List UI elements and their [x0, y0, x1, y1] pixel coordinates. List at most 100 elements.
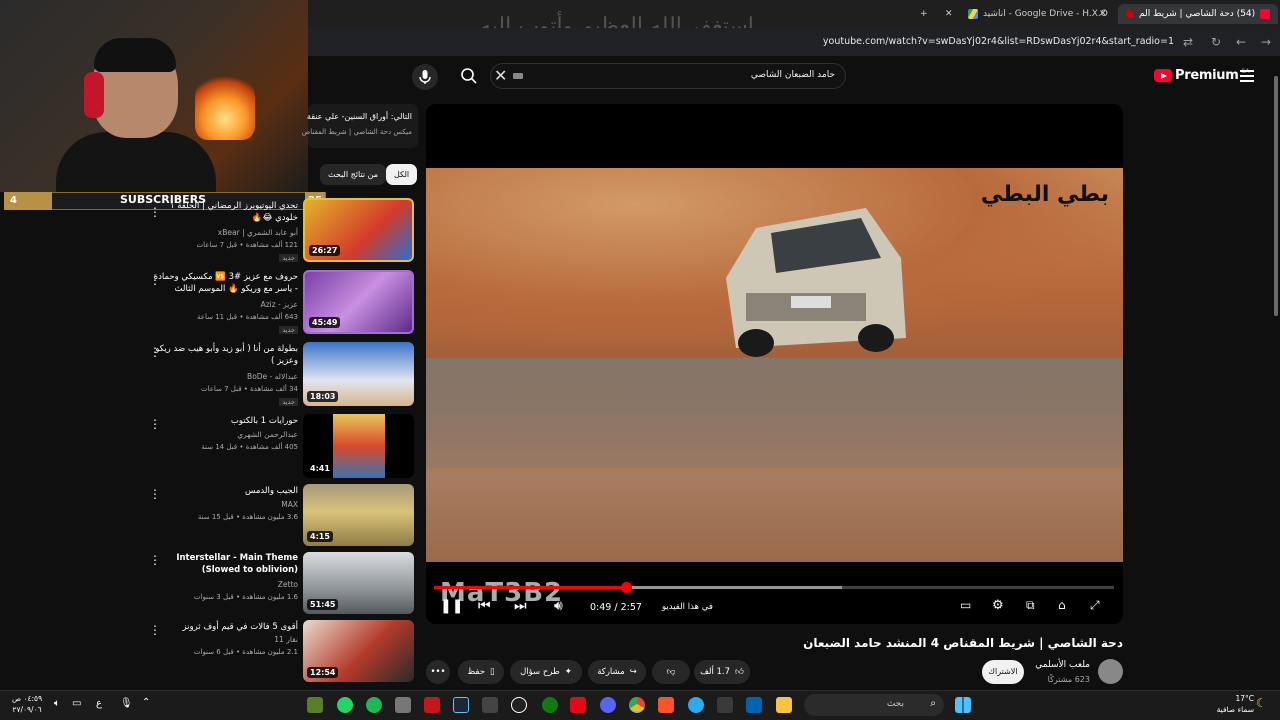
- search-box[interactable]: حامد الضبعان الشاصي: [490, 63, 846, 89]
- more-options-icon[interactable]: ⋮: [149, 554, 161, 566]
- subtitles-icon[interactable]: ▭: [960, 598, 971, 612]
- chrome-icon[interactable]: [629, 697, 645, 713]
- discord-icon[interactable]: [600, 697, 616, 713]
- list-item-channel[interactable]: أبو عابد الشمري | xBear: [218, 228, 298, 237]
- more-options-icon[interactable]: ⋮: [149, 274, 161, 286]
- fullscreen-icon[interactable]: ⤢: [1090, 598, 1100, 613]
- like-button[interactable]: 👍︎ 1.7 ألف: [694, 660, 750, 684]
- list-item-channel[interactable]: نقار 11: [274, 635, 298, 644]
- app-icon[interactable]: [746, 697, 762, 713]
- list-item-title[interactable]: بطولة من أنا ( أبو زيد وأبو هيب ضد ريكو …: [148, 343, 298, 367]
- weather-widget[interactable]: 17°C سماء صافية: [1204, 693, 1254, 715]
- microphone-tray-icon[interactable]: 🎙︎: [120, 698, 133, 709]
- settings-gear-icon[interactable]: ⚙: [992, 598, 1004, 613]
- list-item-title[interactable]: تحدي اليوتيوبرز الرمضاني | الحلقة ١ خلود…: [148, 200, 298, 224]
- netflix-icon[interactable]: [570, 697, 586, 713]
- terminal-app-icon[interactable]: [307, 697, 323, 713]
- progress-bar[interactable]: [434, 582, 1114, 593]
- chevron-up-icon[interactable]: ⌃: [142, 697, 150, 708]
- share-button[interactable]: ↪ مشاركة: [588, 660, 646, 684]
- list-item-channel[interactable]: عبدالرحمن الشهري: [237, 430, 298, 439]
- back-icon[interactable]: ←: [1233, 34, 1249, 50]
- video-thumbnail[interactable]: 12:54: [303, 620, 414, 682]
- epic-games-icon[interactable]: [511, 697, 527, 713]
- up-next-card[interactable]: التالي: أوراق السنين- علي عنقة ميكس دحة …: [302, 104, 418, 148]
- steam-icon[interactable]: [453, 697, 469, 713]
- close-tab-icon[interactable]: ✕: [1099, 4, 1107, 24]
- dislike-button[interactable]: 👎︎: [652, 660, 690, 684]
- miniplayer-icon[interactable]: ⧉: [1026, 598, 1035, 613]
- more-options-icon[interactable]: ⋮: [149, 624, 161, 636]
- pause-icon[interactable]: ❚❚: [440, 598, 463, 614]
- obs-icon[interactable]: [395, 697, 411, 713]
- list-item-title[interactable]: أقوى 5 فالات في قيم أوف ثرونز: [148, 621, 298, 633]
- list-item-title[interactable]: حروف مع عزيز #3 🆚 مكسيكي وحمادة - ياسر م…: [148, 271, 298, 295]
- tab-settings-icon[interactable]: ⇄: [1180, 34, 1196, 50]
- list-item-channel[interactable]: عزيز - Aziz: [261, 300, 298, 309]
- more-actions-button[interactable]: •••: [426, 660, 450, 684]
- video-thumbnail[interactable]: 4:41: [303, 414, 414, 478]
- xbox-icon[interactable]: [542, 697, 558, 713]
- list-item-channel[interactable]: عبدالاله - BoDe: [247, 372, 298, 381]
- forward-icon[interactable]: →: [1258, 34, 1274, 50]
- clear-search-icon[interactable]: ✕: [494, 66, 507, 85]
- keyboard-icon[interactable]: [513, 73, 523, 79]
- next-icon[interactable]: ⏭: [514, 598, 527, 614]
- telegram-icon[interactable]: [688, 697, 704, 713]
- video-thumbnail[interactable]: 4:15: [303, 484, 414, 546]
- list-item-title[interactable]: Interstellar - Main Theme (Slowed to obl…: [148, 552, 298, 576]
- brave-icon[interactable]: [658, 697, 674, 713]
- voice-search-button[interactable]: [412, 64, 438, 90]
- more-options-icon[interactable]: ⋮: [149, 206, 161, 218]
- taskbar-search[interactable]: بحث ⌕: [804, 694, 944, 716]
- video-thumbnail[interactable]: 45:49: [303, 270, 414, 334]
- ask-button[interactable]: ✦ طرح سؤال: [510, 660, 582, 684]
- reload-icon[interactable]: ↻: [1208, 34, 1224, 50]
- volume-icon[interactable]: 🔊︎: [554, 598, 563, 614]
- new-tab-button[interactable]: +: [920, 4, 928, 24]
- speaker-icon[interactable]: 🔈︎: [54, 698, 60, 709]
- subscribe-button[interactable]: الاشتراك: [982, 660, 1024, 684]
- video-thumbnail[interactable]: 51:45: [303, 552, 414, 614]
- windows-start-icon[interactable]: [955, 697, 971, 713]
- list-item-title[interactable]: الجيب والدمس: [148, 485, 298, 497]
- video-thumbnail[interactable]: 26:27: [303, 198, 414, 262]
- scrollbar-thumb[interactable]: [1274, 76, 1278, 316]
- search-button[interactable]: [458, 65, 480, 87]
- chip-all[interactable]: الكل: [386, 164, 418, 185]
- file-explorer-icon[interactable]: [776, 697, 792, 713]
- video-frame[interactable]: بطي البطي: [426, 168, 1123, 562]
- channel-name[interactable]: ملعب الأسلمي: [1035, 660, 1090, 670]
- more-options-icon[interactable]: ⋮: [149, 488, 161, 500]
- network-icon[interactable]: ▭: [72, 698, 81, 709]
- cast-icon[interactable]: ⌂: [1058, 598, 1066, 612]
- hamburger-menu-icon[interactable]: [1240, 70, 1254, 82]
- previous-icon[interactable]: ⏮: [478, 598, 491, 614]
- list-item-channel[interactable]: Zetto: [278, 580, 298, 589]
- spotify-icon[interactable]: [366, 697, 382, 713]
- whatsapp-icon[interactable]: [337, 697, 353, 713]
- tab-youtube[interactable]: (54) دحة الشاصي | شريط الم: [1118, 4, 1279, 24]
- adobe-acrobat-icon[interactable]: [424, 697, 440, 713]
- page-scrollbar[interactable]: [1272, 56, 1280, 690]
- video-player[interactable]: بطي البطي MaT3B2 ❚❚ ⏮ ⏭ 🔊︎ 0:49 / 2:57 ف…: [426, 104, 1123, 624]
- save-button[interactable]: ▯ حفظ: [458, 660, 504, 684]
- list-item-channel[interactable]: MAX: [281, 500, 298, 509]
- tab-google-drive[interactable]: Google Drive - H.X.O - اناشيد: [968, 4, 1108, 24]
- url-text[interactable]: youtube.com/watch?v=swDasYj02r4&list=RDs…: [823, 36, 1174, 47]
- search-input[interactable]: حامد الضبعان الشاصي: [751, 70, 835, 80]
- address-bar[interactable]: youtube.com/watch?v=swDasYj02r4&list=RDs…: [308, 28, 1280, 56]
- scrubber-handle[interactable]: [621, 582, 633, 593]
- system-clock[interactable]: ٠٤:٥٩ ص ٢٧/٠٩/٠٦: [12, 693, 42, 715]
- chip-from-search[interactable]: من نتائج البحث: [320, 164, 387, 185]
- channel-avatar[interactable]: [1098, 659, 1123, 684]
- video-thumbnail[interactable]: 18:03: [303, 342, 414, 406]
- chapters-button[interactable]: في هذا الفيديو: [662, 602, 713, 612]
- more-options-icon[interactable]: ⋮: [149, 418, 161, 430]
- youtube-premium-logo[interactable]: Premium SA: [1154, 68, 1250, 83]
- microsoft-store-icon[interactable]: [717, 697, 733, 713]
- app-icon[interactable]: [482, 697, 498, 713]
- list-item-title[interactable]: حورايات 1 بالكتوب: [148, 415, 298, 427]
- input-language[interactable]: ع: [96, 698, 102, 709]
- more-options-icon[interactable]: ⋮: [149, 346, 161, 358]
